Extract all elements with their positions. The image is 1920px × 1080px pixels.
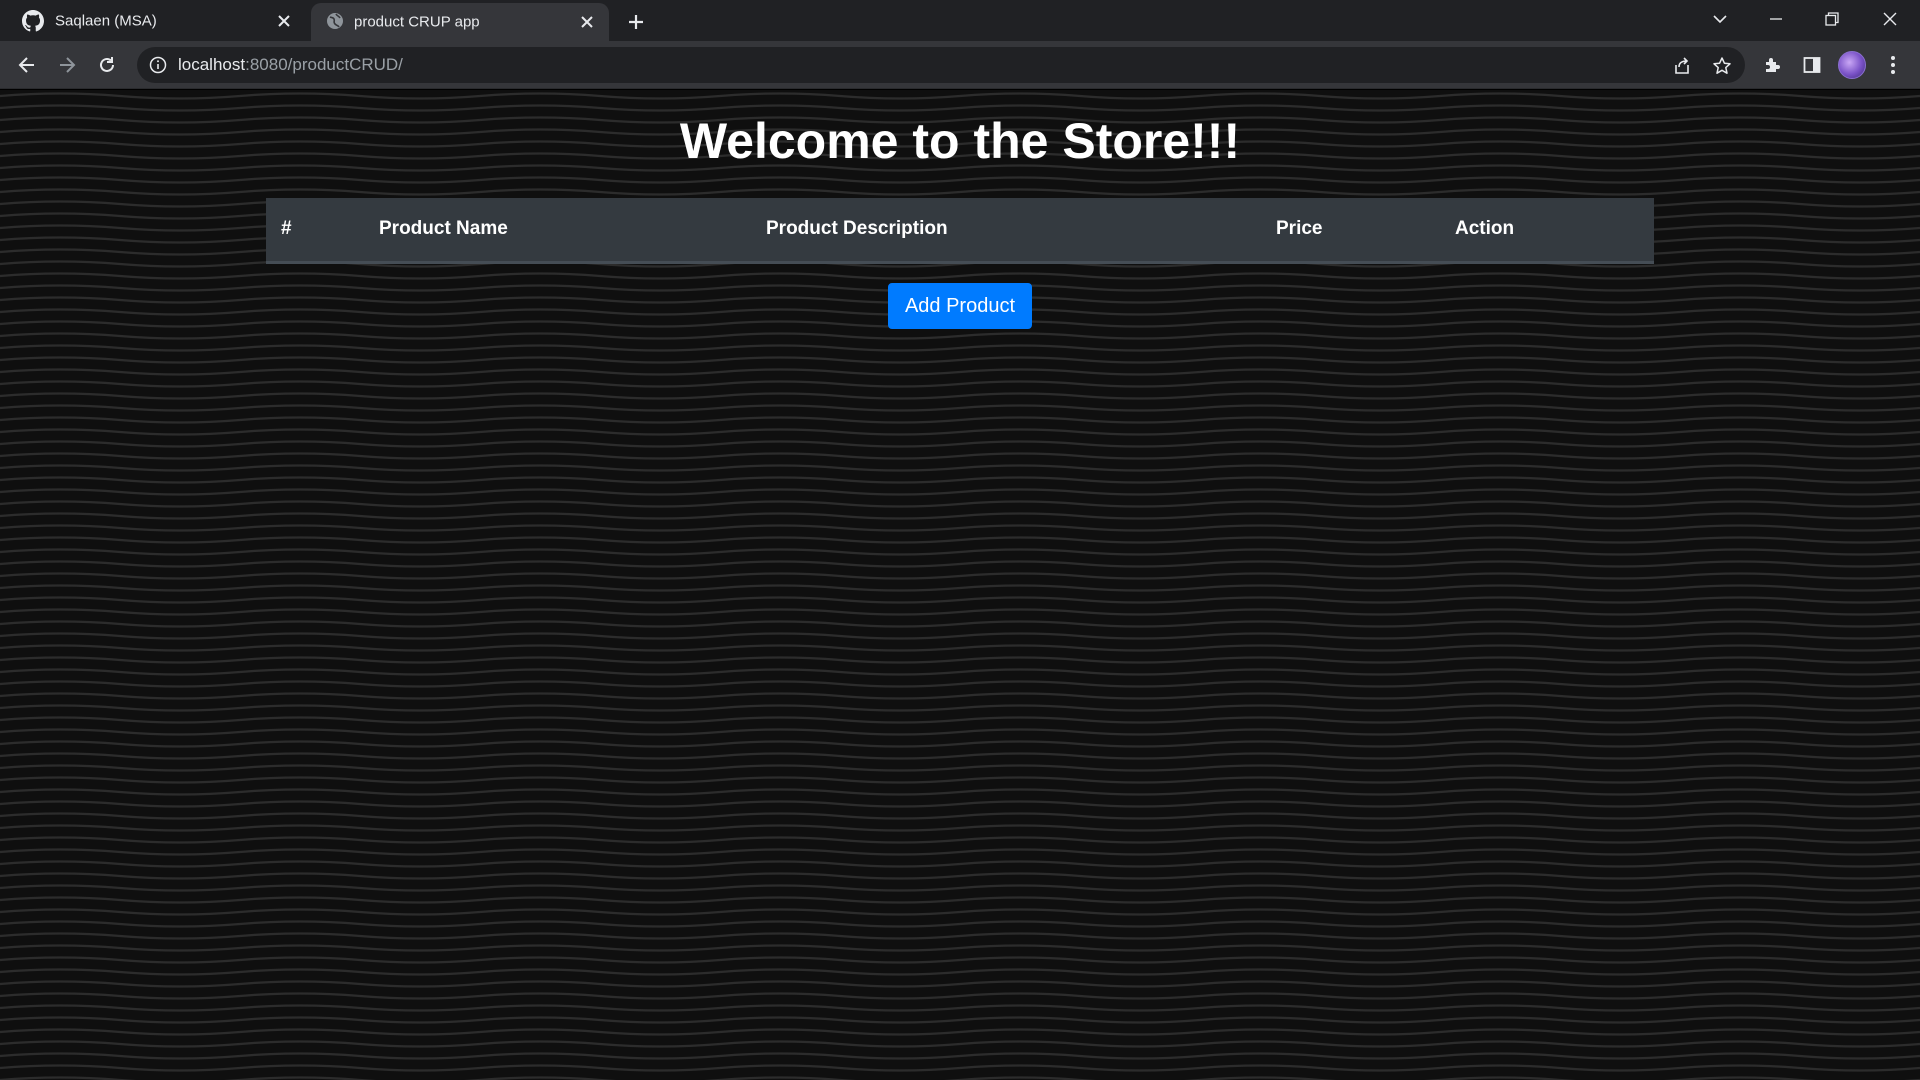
tab-title: Saqlaen (MSA) [55,12,157,29]
extensions-icon[interactable] [1757,50,1787,80]
url-text: localhost:8080/productCRUD/ [178,55,403,75]
tab-github[interactable]: Saqlaen (MSA) [0,0,306,41]
profile-avatar[interactable] [1838,51,1866,79]
minimize-icon[interactable] [1748,0,1804,38]
forward-arrow-icon[interactable] [51,49,83,81]
close-tab-icon[interactable] [577,12,597,32]
back-arrow-icon[interactable] [11,49,43,81]
page-heading: Welcome to the Store!!! [679,113,1241,169]
column-header-action: Action [1455,198,1654,264]
browser-tabstrip: Saqlaen (MSA) product CRUP app [0,0,1920,41]
column-header-price: Price [1276,198,1455,264]
column-header-product-description: Product Description [766,198,1276,264]
site-info-icon[interactable] [148,55,168,75]
url-host: localhost [178,55,246,74]
reload-icon[interactable] [91,49,123,81]
new-tab-button[interactable] [622,8,650,36]
github-icon [22,9,44,32]
tab-search-icon[interactable] [1692,0,1748,38]
address-bar[interactable]: localhost:8080/productCRUD/ [137,47,1745,83]
table-header-row: # Product Name Product Description Price… [266,198,1654,264]
tab-product-crud[interactable]: product CRUP app [311,3,609,41]
add-product-button[interactable]: Add Product [888,283,1032,329]
column-header-number: # [266,198,379,264]
url-path: :8080/productCRUD/ [245,55,403,74]
column-header-product-name: Product Name [379,198,766,264]
share-icon[interactable] [1671,55,1693,77]
product-table: # Product Name Product Description Price… [266,198,1654,264]
more-menu-icon[interactable] [1878,50,1908,80]
close-tab-icon[interactable] [274,11,294,31]
browser-toolbar: localhost:8080/productCRUD/ [0,41,1920,89]
side-panel-icon[interactable] [1797,50,1827,80]
close-window-icon[interactable] [1862,0,1918,38]
tab-title: product CRUP app [354,13,480,31]
restore-icon[interactable] [1804,0,1860,38]
globe-icon [325,11,347,33]
bookmark-star-icon[interactable] [1711,55,1733,77]
page-content: Welcome to the Store!!! # Product Name P… [0,90,1920,1080]
